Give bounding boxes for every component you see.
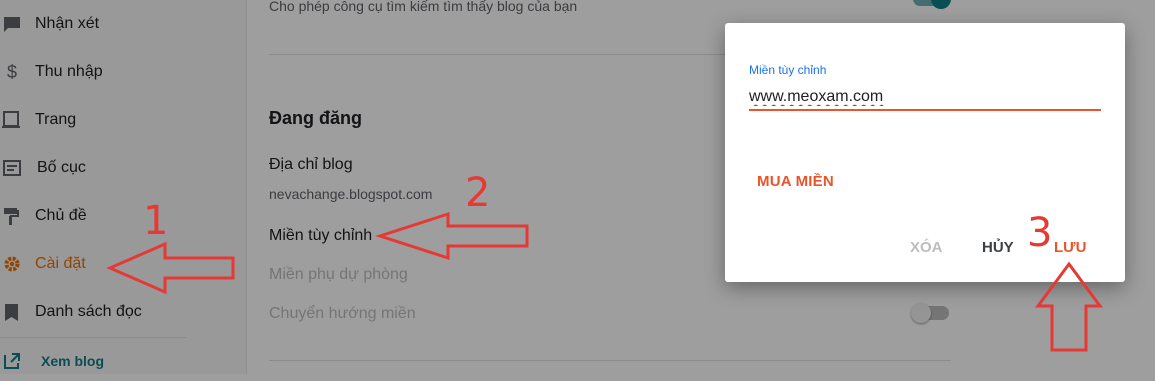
annotation-number-1: 1: [143, 198, 169, 244]
delete-button[interactable]: XÓA: [910, 239, 943, 256]
custom-domain-input[interactable]: [749, 85, 1101, 111]
cancel-button[interactable]: HỦY: [982, 239, 1014, 256]
annotation-number-3: 3: [1027, 210, 1053, 256]
save-button[interactable]: LƯU: [1054, 239, 1086, 256]
custom-domain-field-label: Miền tùy chỉnh: [749, 63, 827, 77]
custom-domain-dialog: Miền tùy chỉnh MUA MIỀN XÓA HỦY LƯU: [725, 23, 1125, 282]
buy-domain-link[interactable]: MUA MIỀN: [757, 173, 834, 190]
annotation-number-2: 2: [465, 170, 491, 216]
